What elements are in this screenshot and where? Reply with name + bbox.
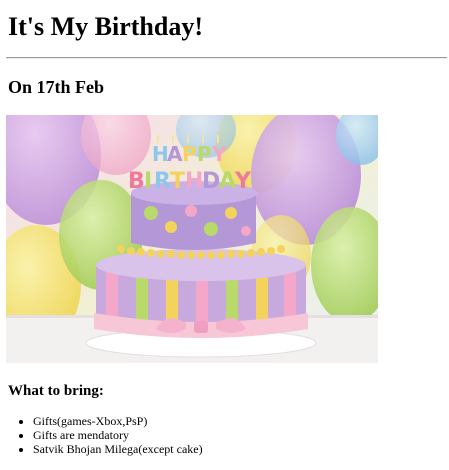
- svg-text:Y: Y: [234, 169, 252, 194]
- svg-text:Y: Y: [211, 142, 227, 166]
- svg-text:D: D: [202, 169, 220, 194]
- svg-text:R: R: [154, 169, 171, 194]
- svg-text:H: H: [185, 169, 203, 194]
- birthday-cake-image: H A P P Y B I R T H D A Y: [6, 115, 378, 363]
- svg-text:A: A: [219, 169, 236, 194]
- list-item: Gifts(games-Xbox,PsP): [33, 414, 441, 428]
- svg-text:T: T: [170, 169, 185, 194]
- list-item: Satvik Bhojan Milega(except cake): [33, 442, 441, 456]
- svg-text:I: I: [144, 169, 152, 194]
- page-title: It's My Birthday!: [8, 12, 203, 41]
- svg-text:P: P: [197, 142, 212, 166]
- svg-text:P: P: [182, 142, 197, 166]
- svg-text:B: B: [128, 169, 145, 194]
- bring-list: Gifts(games-Xbox,PsP) Gifts are mendator…: [8, 414, 441, 456]
- list-item: Gifts are mendatory: [33, 428, 441, 442]
- svg-text:A: A: [167, 142, 183, 166]
- page: It's My Birthday! On 17th Feb H A P P Y …: [0, 0, 449, 456]
- event-date: On 17th Feb: [8, 77, 105, 97]
- bring-heading: What to bring:: [8, 383, 104, 399]
